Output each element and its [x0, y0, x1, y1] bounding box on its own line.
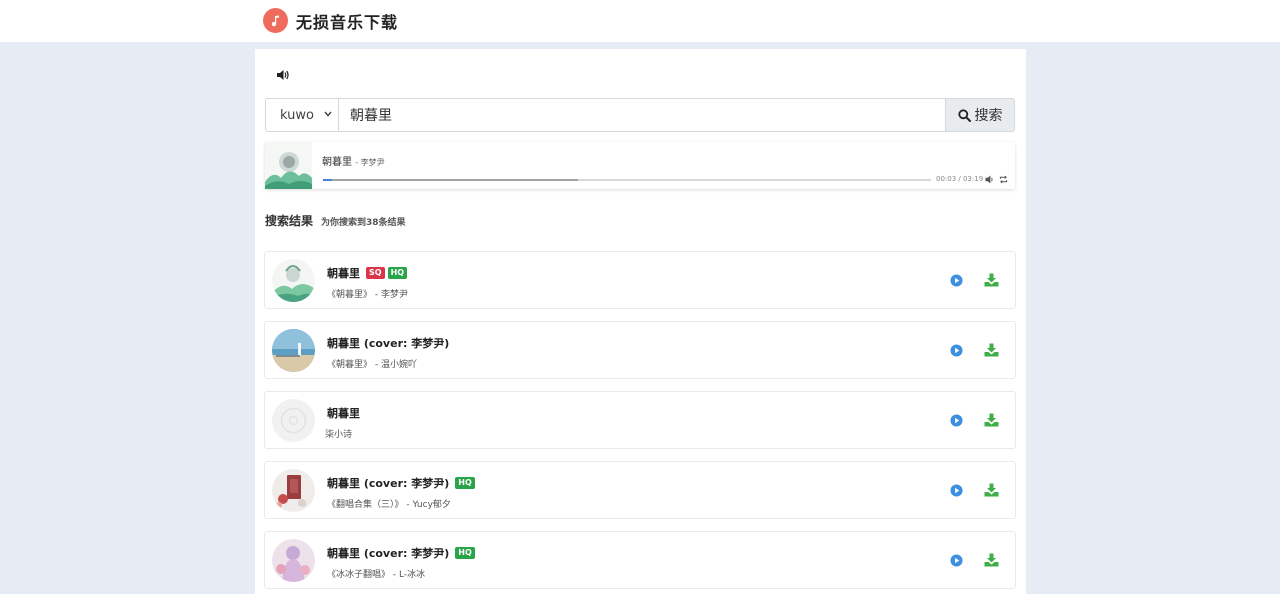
list-item[interactable]: 朝暮里 (cover: 李梦尹) HQ 《翻唱合集（三）》 - Yucy郁夕: [264, 461, 1016, 519]
song-cover: [272, 329, 315, 372]
results-header: 搜索结果 为你搜索到38条结果: [265, 212, 406, 229]
hq-badge: HQ: [387, 267, 408, 279]
download-icon[interactable]: [984, 483, 999, 497]
song-subtitle: 《朝暮里》 - 李梦尹: [327, 290, 408, 300]
song-title: 朝暮里 (cover: 李梦尹): [327, 335, 449, 351]
top-bar: 无损音乐下载: [0, 0, 1280, 42]
chevron-down-icon: [324, 111, 332, 117]
list-item[interactable]: 朝暮里 (cover: 李梦尹) HQ 《冰冰子翻唱》 - L-冰冰: [264, 531, 1016, 589]
search-button-label: 搜索: [974, 108, 1003, 124]
player-title: 朝暮里: [322, 157, 352, 168]
player-info: 朝暮里 - 李梦尹: [322, 153, 385, 168]
progress-bar[interactable]: [323, 179, 931, 181]
results-title: 搜索结果: [265, 214, 314, 228]
song-title: 朝暮里 (cover: 李梦尹) HQ: [327, 475, 475, 491]
loop-icon[interactable]: [999, 175, 1008, 184]
app-title: 无损音乐下载: [296, 12, 399, 32]
search-icon: [957, 108, 971, 122]
play-icon[interactable]: [950, 414, 963, 427]
hq-badge: HQ: [455, 547, 475, 559]
music-note-icon: [263, 8, 288, 33]
progress-buffered: [323, 179, 579, 181]
main-panel: kuwo 搜索 朝暮里 - 李梦尹: [255, 49, 1026, 594]
player-volume-icon[interactable]: [985, 175, 994, 184]
song-title: 朝暮里 (cover: 李梦尹) HQ: [327, 545, 475, 561]
player-cover[interactable]: [265, 142, 312, 189]
list-item[interactable]: 朝暮里 SQ HQ 《朝暮里》 - 李梦尹: [264, 251, 1016, 309]
download-icon[interactable]: [984, 413, 999, 427]
song-subtitle: 《冰冰子翻唱》 - L-冰冰: [327, 570, 426, 580]
volume-icon[interactable]: [275, 67, 291, 83]
hq-badge: HQ: [455, 477, 475, 489]
song-subtitle: 《翻唱合集（三）》 - Yucy郁夕: [327, 500, 451, 510]
song-title: 朝暮里: [327, 405, 360, 421]
song-title-text: 朝暮里: [327, 267, 360, 280]
audio-player: 朝暮里 - 李梦尹 00:03 / 03:19: [265, 142, 1015, 189]
search-input[interactable]: [338, 98, 946, 132]
source-select-value: kuwo: [280, 107, 314, 123]
source-select[interactable]: kuwo: [265, 98, 338, 132]
song-cover: [272, 539, 315, 582]
play-icon[interactable]: [950, 344, 963, 357]
download-icon[interactable]: [984, 343, 999, 357]
list-item[interactable]: 朝暮里 (cover: 李梦尹) 《朝暮里》 - 温小婉吖: [264, 321, 1016, 379]
song-subtitle: 柒小诗: [325, 430, 353, 440]
results-count: 为你搜索到38条结果: [321, 218, 406, 228]
play-icon[interactable]: [950, 554, 963, 567]
download-icon[interactable]: [984, 553, 999, 567]
song-title-text: 朝暮里 (cover: 李梦尹): [327, 477, 450, 490]
progress-played: [323, 179, 333, 181]
song-title-text: 朝暮里: [327, 407, 360, 420]
list-item[interactable]: 朝暮里 柒小诗: [264, 391, 1016, 449]
song-subtitle: 《朝暮里》 - 温小婉吖: [327, 360, 417, 370]
song-title: 朝暮里 SQ HQ: [327, 265, 408, 281]
download-icon[interactable]: [984, 273, 999, 287]
song-cover-placeholder: [272, 399, 315, 442]
play-icon[interactable]: [950, 484, 963, 497]
song-title-text: 朝暮里 (cover: 李梦尹): [327, 337, 450, 350]
player-artist: 李梦尹: [360, 158, 385, 167]
play-icon[interactable]: [950, 274, 963, 287]
player-time: 00:03 / 03:19: [936, 175, 984, 183]
brand[interactable]: 无损音乐下载: [263, 8, 398, 33]
search-bar: kuwo 搜索: [265, 98, 1015, 132]
sq-badge: SQ: [366, 267, 385, 279]
search-button[interactable]: 搜索: [946, 98, 1015, 132]
song-title-text: 朝暮里 (cover: 李梦尹): [327, 547, 450, 560]
song-cover: [272, 469, 315, 512]
song-cover: [272, 259, 315, 302]
